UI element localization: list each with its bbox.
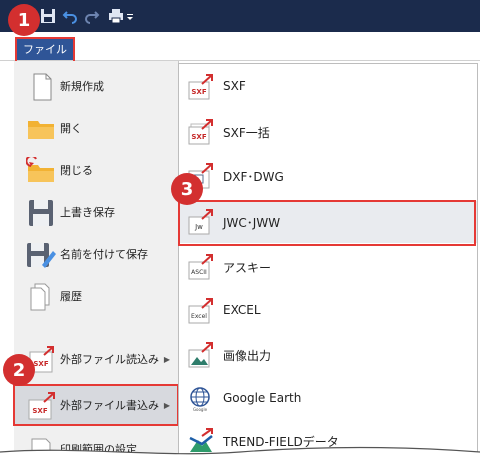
- globe-icon: Google: [190, 387, 210, 412]
- ascii-file-icon: ASCII: [188, 254, 213, 280]
- step-badge-2: 2: [3, 354, 35, 386]
- submenu-item-excel[interactable]: Excel EXCEL: [179, 290, 477, 332]
- new-document-icon: [33, 73, 52, 101]
- redo-icon[interactable]: [84, 8, 100, 24]
- undo-icon[interactable]: [62, 8, 78, 24]
- svg-text:ASCII: ASCII: [191, 269, 207, 276]
- submenu-item-sxf-batch[interactable]: SXF SXF一括: [179, 111, 477, 153]
- submenu-label: SXF一括: [223, 126, 270, 140]
- menu-item-label: 名前を付けて保存: [60, 248, 148, 261]
- save-icon[interactable]: [40, 8, 56, 24]
- sxf-batch-icon: SXF: [188, 119, 213, 145]
- menu-item-new[interactable]: 新規作成: [14, 65, 178, 107]
- title-bar: [0, 0, 480, 32]
- submenu-label: SXF: [223, 79, 246, 93]
- torn-edge: [0, 446, 480, 474]
- menu-item-open[interactable]: 開く: [14, 107, 178, 149]
- submenu-label: 画像出力: [223, 349, 272, 363]
- step-badge-1: 1: [8, 4, 40, 36]
- submenu-label: EXCEL: [223, 303, 261, 317]
- menu-item-label: 新規作成: [60, 80, 104, 93]
- excel-file-icon: Excel: [188, 298, 213, 324]
- submenu-label: DXF･DWG: [223, 170, 284, 184]
- menu-item-history[interactable]: 履歴: [14, 275, 178, 317]
- menu-item-import[interactable]: SXF 外部ファイル読込み ▶: [14, 338, 178, 380]
- file-tab-highlight: [15, 37, 75, 63]
- menu-item-close[interactable]: 閉じる: [14, 149, 178, 191]
- submenu-item-sxf[interactable]: SXF SXF: [179, 66, 477, 108]
- folder-close-icon: [26, 157, 54, 182]
- menu-item-label: 閉じる: [60, 164, 93, 177]
- jwc-jww-highlight: [178, 200, 476, 246]
- submenu-item-google-earth[interactable]: Google Google Earth: [179, 378, 477, 420]
- menu-item-label: 外部ファイル読込み: [60, 353, 159, 366]
- svg-text:Excel: Excel: [191, 313, 207, 320]
- submenu-item-ascii[interactable]: ASCII アスキー: [179, 246, 477, 288]
- menu-item-save[interactable]: 上書き保存: [14, 191, 178, 233]
- menu-item-label: 履歴: [60, 290, 82, 303]
- menu-item-label: 開く: [60, 122, 82, 135]
- history-icon: [30, 283, 50, 311]
- customize-toolbar-icon[interactable]: [126, 8, 134, 24]
- floppy-disk-icon: [29, 200, 53, 226]
- step-badge-3: 3: [171, 173, 203, 205]
- submenu-item-image-output[interactable]: 画像出力: [179, 334, 477, 376]
- export-highlight: [13, 384, 179, 426]
- image-file-icon: [188, 342, 213, 368]
- svg-text:SXF: SXF: [191, 88, 206, 96]
- submenu-label: Google Earth: [223, 391, 302, 405]
- menu-item-label: 上書き保存: [60, 206, 115, 219]
- svg-text:SXF: SXF: [33, 360, 48, 368]
- menu-item-save-as[interactable]: 名前を付けて保存: [14, 233, 178, 275]
- folder-open-icon: [28, 121, 54, 139]
- submenu-item-dxf-dwg[interactable]: DXF･DWG: [179, 155, 477, 197]
- submenu-label: アスキー: [223, 261, 272, 275]
- export-submenu: SXF SXF SXF SXF一括 DXF･DWG Jw JWC･JWW ASC…: [178, 63, 478, 459]
- svg-text:Google: Google: [193, 407, 208, 412]
- save-as-icon: [27, 243, 56, 268]
- submenu-arrow-icon: ▶: [163, 354, 170, 364]
- svg-text:SXF: SXF: [191, 133, 206, 141]
- print-icon[interactable]: [108, 8, 124, 24]
- sxf-file-icon: SXF: [188, 74, 213, 100]
